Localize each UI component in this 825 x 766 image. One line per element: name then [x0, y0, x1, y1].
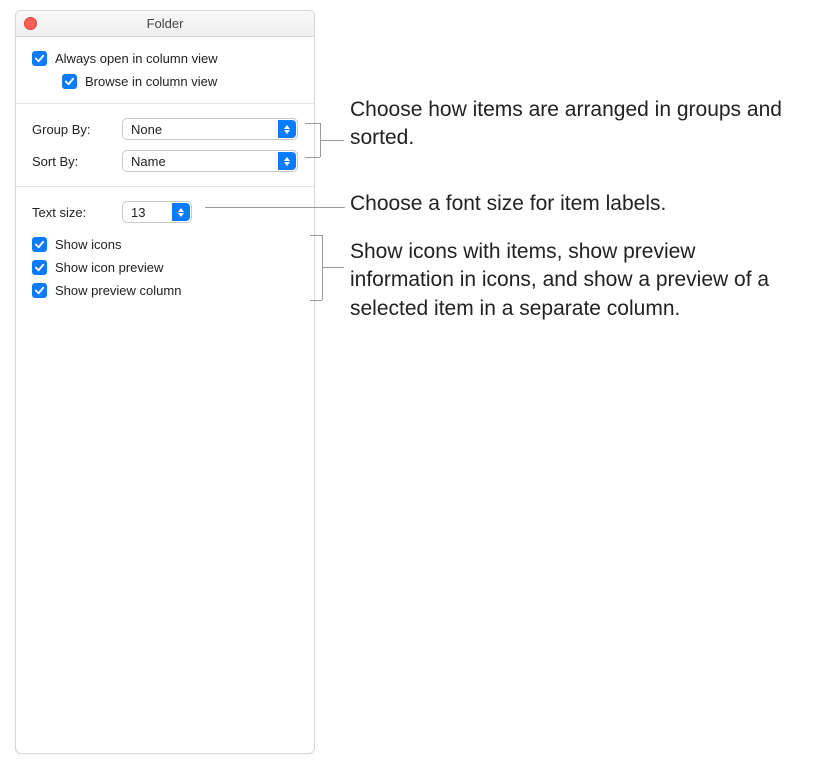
- show-icons-checkbox[interactable]: [32, 237, 47, 252]
- check-icon: [34, 239, 45, 250]
- callout-bracket: [310, 300, 322, 301]
- check-icon: [34, 262, 45, 273]
- annotation-text-size: Choose a font size for item labels.: [350, 190, 800, 218]
- sort-by-popup[interactable]: Name: [122, 150, 298, 172]
- updown-icon: [278, 152, 296, 170]
- browse-column-checkbox[interactable]: [62, 74, 77, 89]
- show-icon-preview-row: Show icon preview: [32, 260, 298, 275]
- show-icon-preview-label: Show icon preview: [55, 260, 163, 275]
- callout-bracket: [305, 123, 320, 124]
- always-open-column-checkbox[interactable]: [32, 51, 47, 66]
- text-size-row: Text size: 13: [32, 201, 298, 223]
- callout-leader: [322, 267, 344, 268]
- show-icon-preview-checkbox[interactable]: [32, 260, 47, 275]
- callout-leader: [205, 207, 345, 208]
- text-size-popup[interactable]: 13: [122, 201, 192, 223]
- callout-leader: [320, 140, 344, 141]
- titlebar: Folder: [16, 11, 314, 37]
- show-icons-label: Show icons: [55, 237, 121, 252]
- sort-by-row: Sort By: Name: [32, 150, 298, 172]
- always-open-column-label: Always open in column view: [55, 51, 218, 66]
- show-preview-column-label: Show preview column: [55, 283, 181, 298]
- updown-icon: [278, 120, 296, 138]
- window-title: Folder: [147, 16, 184, 31]
- callout-bracket: [305, 157, 320, 158]
- section-group-sort: Group By: None Sort By: Name: [16, 104, 314, 187]
- group-by-row: Group By: None: [32, 118, 298, 140]
- updown-icon: [172, 203, 190, 221]
- text-size-label: Text size:: [32, 205, 122, 220]
- close-button[interactable]: [24, 17, 37, 30]
- text-size-value: 13: [131, 205, 145, 220]
- always-open-column-row: Always open in column view: [32, 51, 298, 66]
- group-by-label: Group By:: [32, 122, 122, 137]
- check-icon: [34, 285, 45, 296]
- section-display: Text size: 13 Show icons Show icon: [16, 187, 314, 312]
- check-icon: [34, 53, 45, 64]
- group-by-value: None: [131, 122, 162, 137]
- show-preview-column-row: Show preview column: [32, 283, 298, 298]
- sort-by-label: Sort By:: [32, 154, 122, 169]
- check-icon: [64, 76, 75, 87]
- stage: Folder Always open in column view Browse…: [0, 0, 825, 766]
- annotation-show-opts: Show icons with items, show preview info…: [350, 238, 800, 323]
- show-preview-column-checkbox[interactable]: [32, 283, 47, 298]
- group-by-popup[interactable]: None: [122, 118, 298, 140]
- section-column-view: Always open in column view Browse in col…: [16, 37, 314, 104]
- browse-column-label: Browse in column view: [85, 74, 217, 89]
- show-icons-row: Show icons: [32, 237, 298, 252]
- annotation-group-sort: Choose how items are arranged in groups …: [350, 96, 800, 153]
- browse-column-row: Browse in column view: [62, 74, 298, 89]
- callout-bracket: [310, 235, 322, 236]
- sort-by-value: Name: [131, 154, 166, 169]
- view-options-panel: Folder Always open in column view Browse…: [15, 10, 315, 754]
